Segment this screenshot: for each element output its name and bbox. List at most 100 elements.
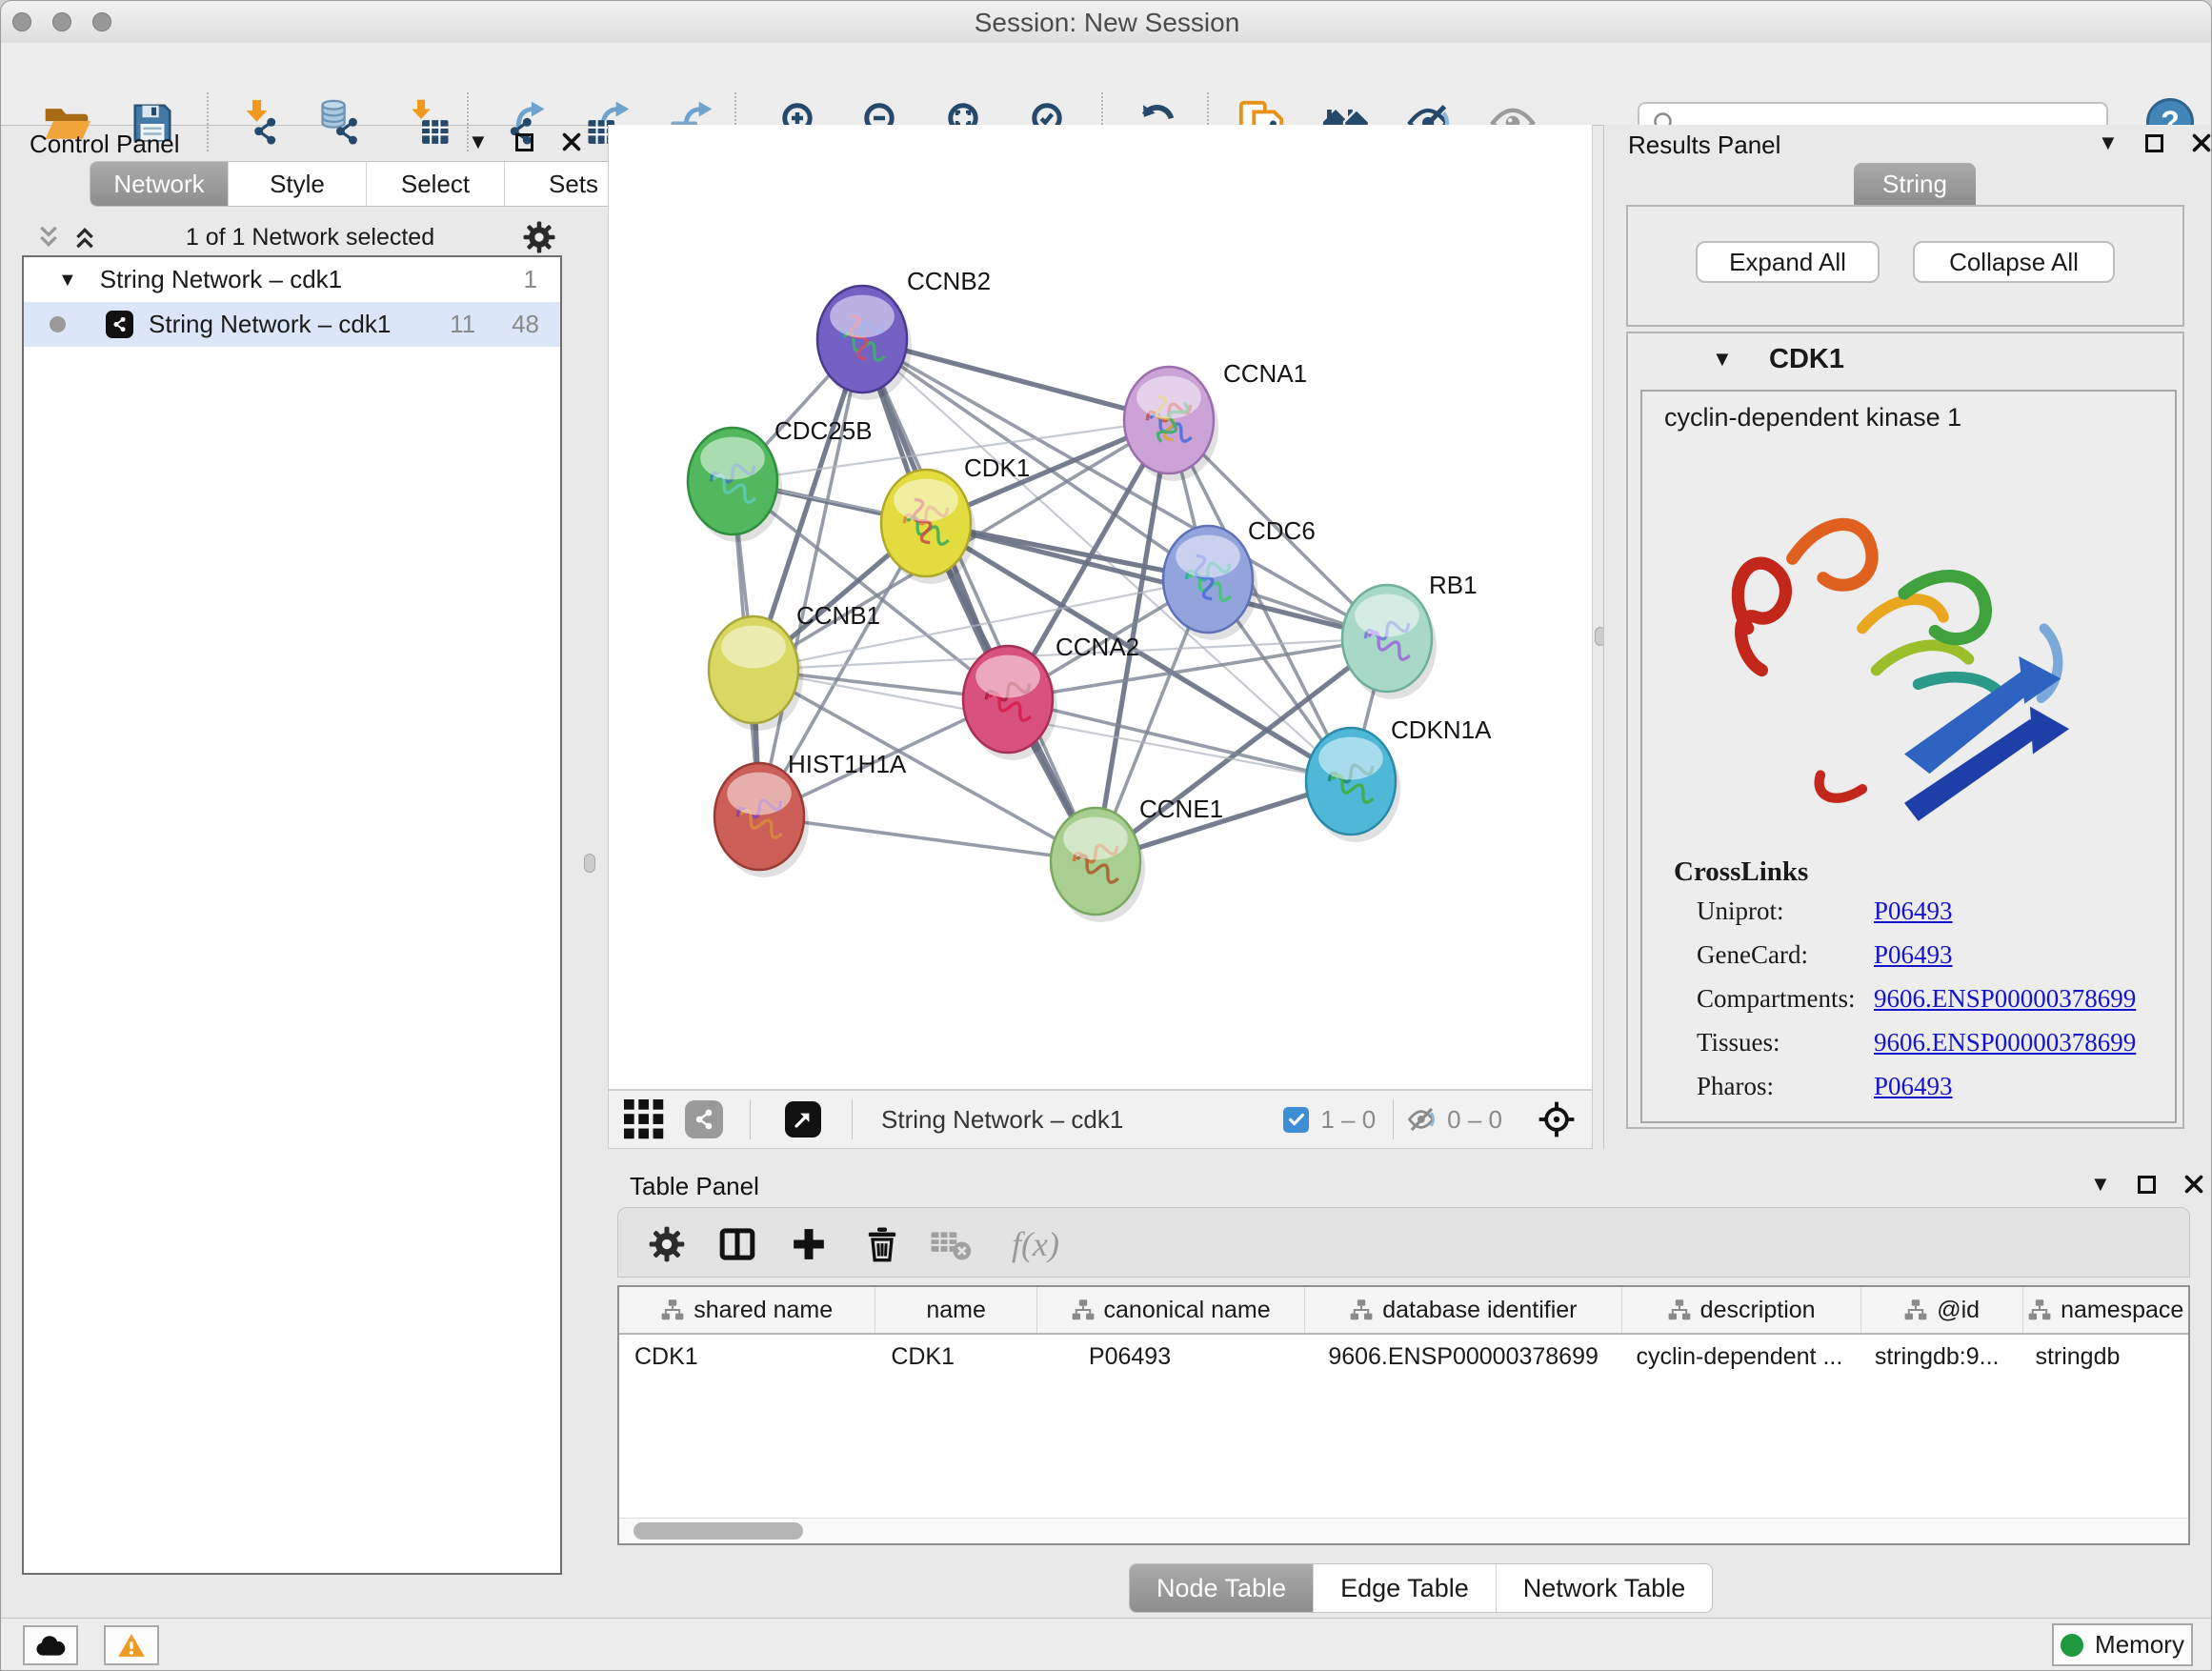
tab-style[interactable]: Style <box>229 162 367 206</box>
tab-select[interactable]: Select <box>367 162 505 206</box>
expand-all-networks-icon[interactable] <box>71 224 98 251</box>
node-label-cdc6: CDC6 <box>1248 516 1316 545</box>
network-node-hist1h1a[interactable]: HIST1H1A <box>714 750 907 877</box>
cell-name[interactable]: CDK1 <box>875 1343 1037 1371</box>
shared-column-icon <box>1350 1299 1373 1321</box>
cell-namespace[interactable]: stringdb <box>2023 1343 2188 1371</box>
cell-shared-name[interactable]: CDK1 <box>619 1343 875 1371</box>
node-label-cdk1: CDK1 <box>964 453 1030 482</box>
network-node-ccnb2[interactable]: CCNB2 <box>817 267 991 400</box>
column-header-database-identifier[interactable]: database identifier <box>1305 1287 1622 1333</box>
warnings-button[interactable] <box>104 1625 159 1665</box>
scrollbar-thumb[interactable] <box>633 1522 803 1540</box>
collapse-all-networks-icon[interactable] <box>35 224 62 251</box>
table-type-tabs: Node Table Edge Table Network Table <box>1129 1563 1713 1613</box>
network-node-rb1[interactable]: RB1 <box>1342 571 1478 699</box>
hidden-eye-icon[interactable] <box>1407 1105 1438 1134</box>
network-status-dot <box>50 316 66 332</box>
column-header-canonical-name[interactable]: canonical name <box>1037 1287 1305 1333</box>
genecard-link[interactable]: P06493 <box>1874 940 1953 970</box>
cloud-status-button[interactable] <box>23 1625 78 1665</box>
gene-description: cyclin-dependent kinase 1 <box>1664 403 1961 433</box>
node-label-ccnb2: CCNB2 <box>907 267 991 295</box>
shared-column-icon <box>1072 1299 1095 1321</box>
cell-id[interactable]: stringdb:9... <box>1861 1343 2024 1371</box>
footer-separator <box>1393 1099 1394 1139</box>
footer-separator <box>852 1099 853 1139</box>
delete-table-icon <box>929 1222 973 1266</box>
control-panel-title: Control Panel <box>30 130 180 159</box>
network-badge-icon[interactable] <box>685 1100 723 1138</box>
table-panel-collapse-icon[interactable]: ▼ <box>2090 1174 2111 1195</box>
warning-icon <box>117 1632 146 1659</box>
column-header-description[interactable]: description <box>1622 1287 1860 1333</box>
status-bar: Memory <box>1 1618 2212 1671</box>
results-panel-close-icon[interactable] <box>2190 131 2212 154</box>
tab-string[interactable]: String <box>1854 163 1976 205</box>
node-label-ccnb1: CCNB1 <box>796 601 880 630</box>
cell-description[interactable]: cyclin-dependent ... <box>1622 1343 1860 1371</box>
gene-collapse-icon[interactable]: ▼ <box>1712 349 1733 370</box>
network-row-selected[interactable]: String Network – cdk1 11 48 <box>24 302 560 347</box>
column-header-name[interactable]: name <box>875 1287 1037 1333</box>
show-columns-icon[interactable] <box>715 1222 759 1266</box>
network-node-cdc25b[interactable]: CDC25B <box>688 416 873 542</box>
network-node-cdc6[interactable]: CDC6 <box>1163 516 1316 640</box>
control-panel-float-button[interactable] <box>515 133 533 151</box>
selected-checkbox-icon[interactable] <box>1283 1107 1309 1133</box>
tab-node-table[interactable]: Node Table <box>1130 1564 1314 1612</box>
tab-edge-table[interactable]: Edge Table <box>1314 1564 1497 1612</box>
network-graph[interactable]: CCNB2CCNA1CDC25BCDK1CDC6RB1CCNB1CCNA2CDK… <box>609 125 1594 1090</box>
footer-separator <box>750 1099 751 1139</box>
shared-column-icon <box>1668 1299 1691 1321</box>
left-splitter-handle[interactable] <box>584 854 595 873</box>
results-buttons-box: Expand All Collapse All <box>1626 205 2184 327</box>
control-panel-close-icon[interactable] <box>560 131 583 153</box>
network-node-ccnb1[interactable]: CCNB1 <box>709 601 880 731</box>
network-node-ccna1[interactable]: CCNA1 <box>1124 359 1307 481</box>
network-options-gear-icon[interactable] <box>522 220 556 254</box>
tab-network[interactable]: Network <box>90 162 229 206</box>
collection-expand-icon[interactable]: ▼ <box>58 271 77 290</box>
collapse-all-button[interactable]: Collapse All <box>1913 241 2115 283</box>
node-table[interactable]: shared name name canonical name database… <box>617 1285 2190 1545</box>
shared-column-icon <box>2028 1299 2051 1321</box>
shared-column-icon <box>661 1299 684 1321</box>
network-node-cdkn1a[interactable]: CDKN1A <box>1306 715 1492 842</box>
selected-node-edge-counts: 1 – 0 <box>1320 1105 1376 1135</box>
table-panel-float-button[interactable] <box>2138 1176 2156 1194</box>
uniprot-link[interactable]: P06493 <box>1874 896 1953 926</box>
memory-button[interactable]: Memory <box>2052 1623 2193 1666</box>
table-settings-gear-icon[interactable] <box>645 1222 689 1266</box>
control-panel-tabs: Network Style Select Sets <box>90 161 643 207</box>
table-horizontal-scrollbar[interactable] <box>619 1518 2188 1543</box>
network-list: ▼ String Network – cdk1 1 String Network… <box>22 255 562 1575</box>
network-node-count: 11 <box>450 310 475 339</box>
tab-network-table[interactable]: Network Table <box>1497 1564 1713 1612</box>
create-column-icon[interactable] <box>787 1222 831 1266</box>
fit-selection-crosshair-icon[interactable] <box>1537 1099 1577 1139</box>
column-header-namespace[interactable]: namespace <box>2023 1287 2188 1333</box>
network-collection-row[interactable]: ▼ String Network – cdk1 1 <box>24 257 560 302</box>
pharos-link[interactable]: P06493 <box>1874 1072 1953 1101</box>
network-node-ccne1[interactable]: CCNE1 <box>1051 795 1223 922</box>
delete-column-trash-icon[interactable] <box>860 1222 904 1266</box>
cloud-icon <box>35 1634 66 1657</box>
tissues-link[interactable]: 9606.ENSP00000378699 <box>1874 1028 2136 1057</box>
open-in-window-icon[interactable] <box>785 1101 821 1137</box>
compartments-link[interactable]: 9606.ENSP00000378699 <box>1874 984 2136 1014</box>
network-edge-count: 48 <box>512 310 539 339</box>
grid-view-icon[interactable] <box>624 1099 664 1139</box>
column-header-id[interactable]: @id <box>1861 1287 2024 1333</box>
table-panel-close-icon[interactable] <box>2182 1173 2205 1196</box>
application-window: Session: New Session <box>0 0 2212 1671</box>
cell-canonical-name[interactable]: P06493 <box>1037 1343 1305 1371</box>
expand-all-button[interactable]: Expand All <box>1696 241 1880 283</box>
network-view-canvas[interactable]: CCNB2CCNA1CDC25BCDK1CDC6RB1CCNB1CCNA2CDK… <box>608 125 1593 1090</box>
control-panel-collapse-icon[interactable]: ▼ <box>468 131 489 152</box>
results-panel-float-button[interactable] <box>2145 134 2163 152</box>
table-row[interactable]: CDK1 CDK1 P06493 9606.ENSP00000378699 cy… <box>619 1335 2188 1379</box>
cell-database-identifier[interactable]: 9606.ENSP00000378699 <box>1305 1343 1622 1371</box>
results-panel-collapse-icon[interactable]: ▼ <box>2098 132 2119 153</box>
column-header-shared-name[interactable]: shared name <box>619 1287 875 1333</box>
